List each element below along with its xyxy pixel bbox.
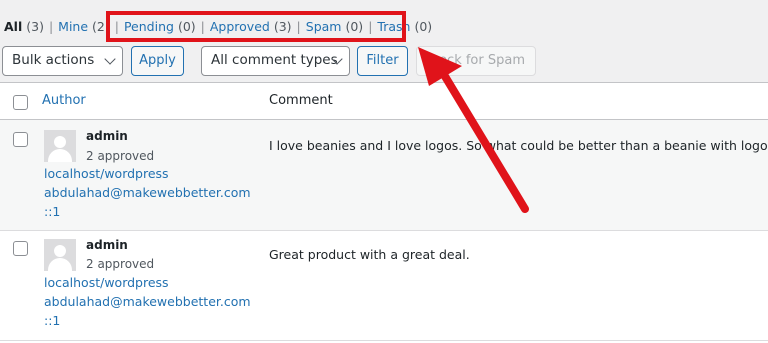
filter-all-count: (3) xyxy=(26,19,44,34)
comment-types-select[interactable]: All comment types xyxy=(201,46,350,76)
filter-all-label[interactable]: All xyxy=(4,19,22,34)
chevron-down-icon xyxy=(104,53,116,65)
filter-separator: | xyxy=(48,19,54,34)
bulk-actions-value: Bulk actions xyxy=(12,52,95,68)
bulk-actions-select[interactable]: Bulk actions xyxy=(2,46,123,76)
highlight-box xyxy=(106,11,406,42)
author-url-link[interactable]: localhost/wordpress xyxy=(44,166,169,181)
row-checkbox[interactable] xyxy=(13,132,28,147)
select-all-checkbox[interactable] xyxy=(13,95,28,110)
comment-types-value: All comment types xyxy=(211,52,338,68)
author-email-link[interactable]: abdulahad@makewebbetter.com xyxy=(44,294,251,309)
filter-trash-count: (0) xyxy=(414,19,433,34)
author-url-link[interactable]: localhost/wordpress xyxy=(44,275,169,290)
approved-count: 2 approved xyxy=(86,257,155,271)
filter-button[interactable]: Filter xyxy=(357,46,408,76)
filter-mine[interactable]: Mine (2) xyxy=(58,19,110,34)
comment-text: I love beanies and I love logos. So what… xyxy=(269,138,768,153)
comment-column-header: Comment xyxy=(269,93,333,108)
comment-author-name: admin xyxy=(86,129,128,143)
filter-all[interactable]: All (3) xyxy=(4,19,44,34)
table-header: Author Comment xyxy=(0,83,768,120)
filter-mine-link[interactable]: Mine xyxy=(58,19,88,34)
table-row: admin 2 approved localhost/wordpress abd… xyxy=(0,230,768,341)
author-ip-link[interactable]: ::1 xyxy=(44,204,60,219)
comment-author-name: admin xyxy=(86,238,128,252)
table-row: admin 2 approved localhost/wordpress abd… xyxy=(0,120,768,231)
apply-button[interactable]: Apply xyxy=(131,46,184,76)
comment-text: Great product with a great deal. xyxy=(269,247,470,262)
comments-table: Author Comment admin 2 approved localhos… xyxy=(0,82,768,343)
approved-count: 2 approved xyxy=(86,149,155,163)
author-email-link[interactable]: abdulahad@makewebbetter.com xyxy=(44,185,251,200)
check-spam-button[interactable]: Check for Spam xyxy=(416,46,536,76)
avatar xyxy=(44,130,76,162)
author-column-header[interactable]: Author xyxy=(42,93,86,108)
author-ip-link[interactable]: ::1 xyxy=(44,313,60,328)
row-checkbox[interactable] xyxy=(13,241,28,256)
avatar xyxy=(44,239,76,271)
